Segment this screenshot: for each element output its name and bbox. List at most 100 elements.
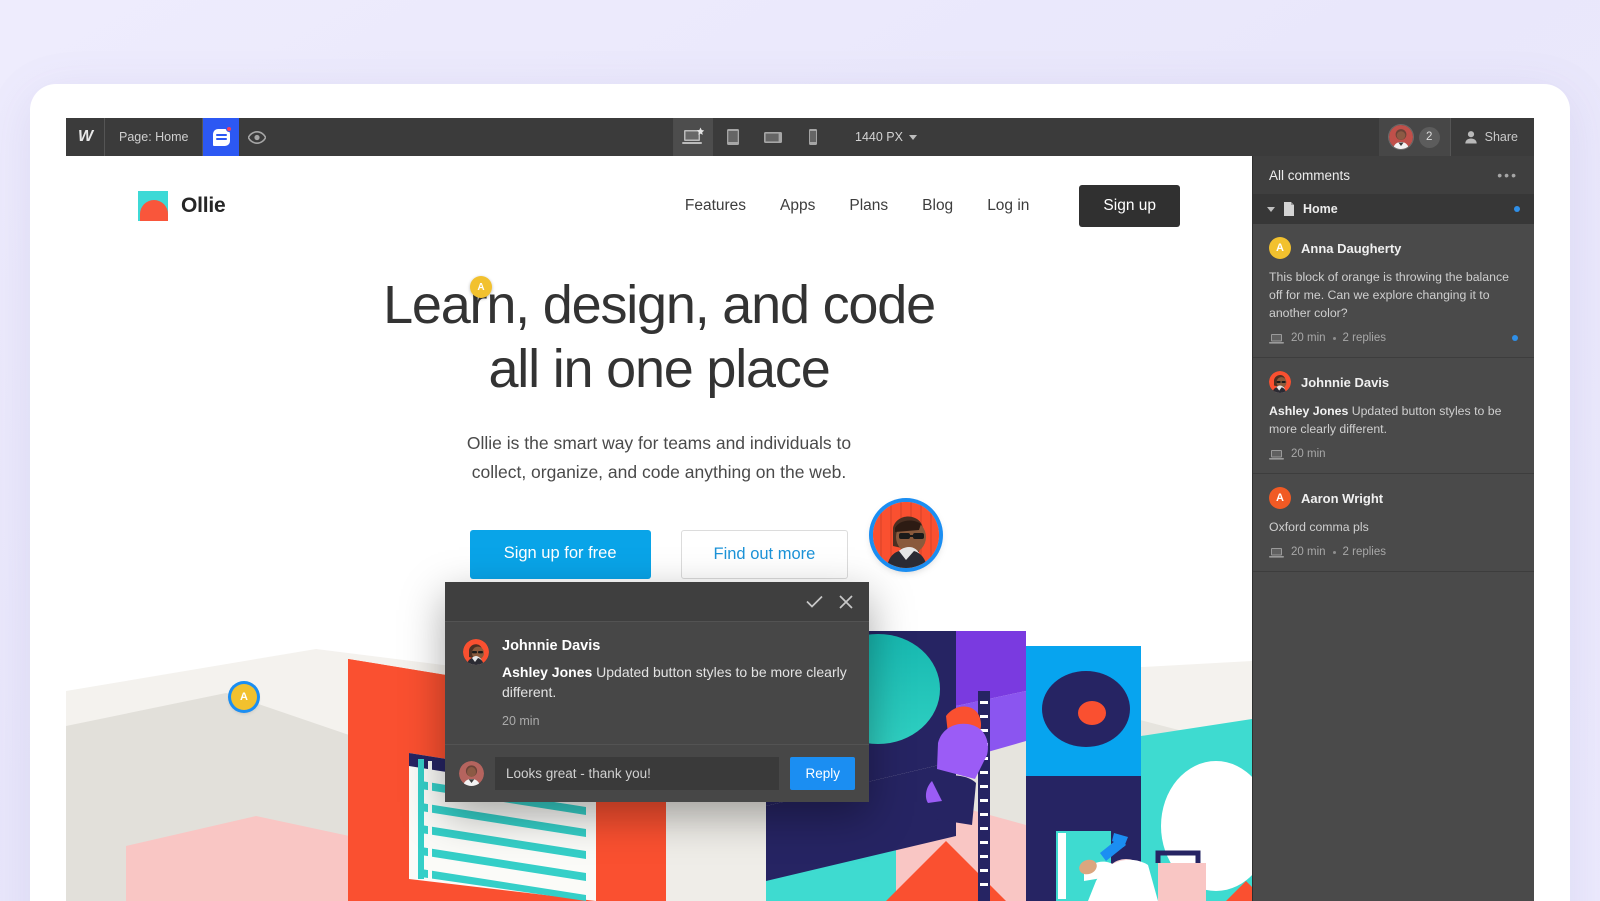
zoom-level-text: 1440 PX [855,130,903,144]
comment-author-avatar [463,639,489,665]
comment-item-time: 20 min [1291,448,1326,461]
webflow-logo-text: W [77,128,93,145]
comment-list-item[interactable]: A Anna Daugherty This block of orange is… [1253,224,1534,359]
collaborator-avatar [1388,125,1413,149]
comment-list-item[interactable]: A Aaron Wright Oxford comma pls 20 min 2 [1253,474,1534,573]
signup-button[interactable]: Sign up [1079,185,1180,227]
hero-section: Learn, design, and code all in one place… [66,274,1252,580]
ollie-logo-icon [138,191,168,221]
current-user-avatar [459,760,484,786]
comment-pin-title[interactable]: A [470,276,492,298]
toolbar-right-group: 2 Share [1378,118,1534,156]
meta-separator-dot [1332,550,1336,554]
comment-item-replies[interactable]: 2 replies [1343,332,1386,344]
tablet-icon [727,129,740,145]
comment-item-header: Johnnie Davis [1269,371,1518,394]
comment-card-author: Johnnie Davis [502,638,601,654]
nav-link-features[interactable]: Features [685,197,746,215]
desktop-breakpoint-icon [1269,449,1284,460]
signup-free-button[interactable]: Sign up for free [469,530,651,580]
comment-item-text: Oxford comma pls [1269,520,1369,535]
comments-page-name: Home [1303,202,1338,216]
comment-author-name: Johnnie Davis [1301,374,1390,390]
comment-reply-input[interactable] [495,756,780,790]
comment-card-header [445,582,869,622]
comment-card-timestamp: 20 min [502,713,540,728]
find-out-more-button[interactable]: Find out more [680,530,849,580]
eye-icon [248,130,267,144]
chevron-down-icon[interactable] [1267,206,1275,212]
comment-avatar-photo [1269,371,1291,394]
close-comment-button[interactable] [839,594,853,609]
notification-dot-icon [226,126,233,132]
comment-pin-illustration[interactable]: A [231,684,257,710]
file-icon [1284,202,1294,216]
comment-card-text: Ashley Jones Updated button styles to be… [502,663,851,703]
close-icon [839,594,853,609]
designer-body: Ollie Features Apps Plans Blog Log in Si… [66,156,1534,901]
brand-name: Ollie [181,194,226,217]
collaborators-group[interactable]: 2 [1378,118,1450,156]
comment-author-name: Anna Daugherty [1301,240,1402,256]
page-label-text: Page: Home [119,130,189,144]
unread-dot-icon [1512,335,1518,342]
comment-avatar-letter: A [1269,237,1291,259]
hero-title: Learn, design, and code all in one place [66,274,1252,401]
nav-link-blog[interactable]: Blog [922,197,953,215]
person-icon [1464,131,1477,144]
nav-link-login[interactable]: Log in [987,197,1029,215]
hero-subtitle-line1: Ollie is the smart way for teams and ind… [466,433,852,454]
comment-list-item[interactable]: Johnnie Davis Ashley Jones Updated butto… [1253,358,1534,475]
share-button[interactable]: Share [1449,118,1534,156]
desktop-breakpoint-icon [1269,333,1284,344]
hero-subtitle: Ollie is the smart way for teams and ind… [66,429,1252,486]
nav-link-apps[interactable]: Apps [780,197,815,215]
comments-page-group-home[interactable]: Home [1253,194,1534,224]
comment-item-text: Ashley Jones Updated button styles to be… [1269,402,1518,438]
webflow-logo-icon[interactable]: W [66,118,104,156]
comment-item-header: A Aaron Wright [1269,487,1518,510]
design-canvas[interactable]: Ollie Features Apps Plans Blog Log in Si… [66,156,1252,901]
breakpoint-switcher: 1440 PX [673,118,927,156]
resolve-check-button[interactable] [806,595,823,608]
tablet-landscape-icon [764,132,783,143]
check-icon [806,595,823,608]
comment-card-mention: Ashley Jones [502,664,593,680]
comment-reply-row: Reply [445,743,869,802]
page-label[interactable]: Page: Home [105,118,202,156]
breakpoint-mobile[interactable] [793,118,833,156]
chevron-down-icon [908,134,917,140]
desktop-breakpoint-icon [1269,547,1284,558]
comment-tool-button[interactable] [203,118,240,156]
breakpoint-tablet[interactable] [713,118,753,156]
comment-popup-card[interactable]: Johnnie Davis Ashley Jones Updated butto… [445,582,869,802]
comments-panel: All comments ••• Home A Anna Daugherty T… [1252,156,1534,901]
meta-separator-dot [1332,336,1336,340]
share-label: Share [1484,130,1518,144]
site-brand[interactable]: Ollie [138,191,226,221]
comment-item-meta: 20 min 2 replies [1269,546,1518,558]
comment-item-mention: Ashley Jones [1269,404,1349,419]
comments-panel-title: All comments [1269,167,1351,183]
nav-link-plans[interactable]: Plans [849,197,888,215]
comment-card-content: Johnnie Davis Ashley Jones Updated butto… [502,638,851,728]
desktop-icon [682,127,705,144]
hero-cta-group: Sign up for free Find out more [66,530,1252,580]
avatar-photo-johnnie [873,502,939,568]
mobile-icon [809,129,818,145]
collaborator-count-badge: 2 [1418,126,1440,148]
reply-button[interactable]: Reply [790,756,855,790]
breakpoint-tablet-landscape[interactable] [753,118,793,156]
hero-subtitle-line2: collect, organize, and code anything on … [471,461,847,482]
comment-item-meta: 20 min 2 replies [1269,332,1518,344]
designer-toolbar: W Page: Home 1440 PX 2 Share [66,118,1534,156]
hero-title-line1: Learn, design, and code [383,275,936,335]
preview-eye-button[interactable] [239,118,275,156]
unread-dot-icon [1514,206,1520,212]
comment-pin-hero-avatar[interactable] [873,502,939,568]
breakpoint-desktop[interactable] [673,118,714,156]
comments-panel-header: All comments ••• [1253,156,1534,194]
comment-item-replies[interactable]: 2 replies [1343,546,1386,558]
zoom-level-dropdown[interactable]: 1440 PX [833,130,927,144]
more-options-icon[interactable]: ••• [1497,168,1518,182]
